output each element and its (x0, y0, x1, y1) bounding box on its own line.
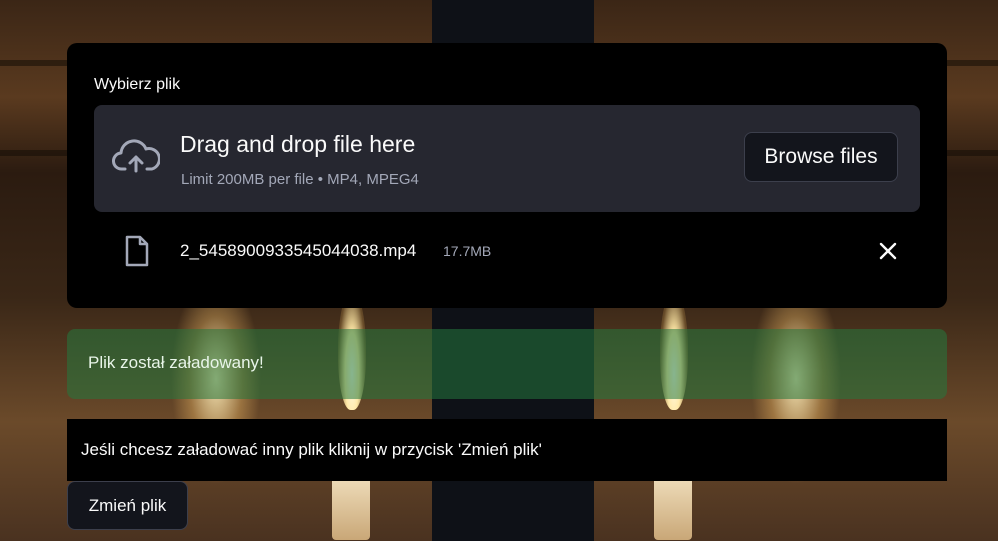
uploaded-file-row: 2_5458900933545044038.mp4 17.7MB (94, 229, 920, 273)
success-message: Plik został załadowany! (88, 353, 264, 372)
info-box: Jeśli chcesz załadować inny plik kliknij… (67, 419, 947, 481)
browse-files-button[interactable]: Browse files (744, 132, 898, 182)
success-alert: Plik został załadowany! (67, 329, 947, 399)
dropzone-title: Drag and drop file here (180, 131, 416, 157)
file-uploader: Wybierz plik Drag and drop file here Lim… (67, 43, 947, 308)
close-icon[interactable] (876, 239, 900, 263)
file-size: 17.7MB (443, 243, 492, 259)
change-file-button[interactable]: Zmień plik (67, 481, 188, 530)
dropzone-limit: Limit 200MB per file • MP4, MPEG4 (181, 171, 419, 188)
file-icon (125, 235, 149, 267)
dropzone[interactable]: Drag and drop file here Limit 200MB per … (94, 105, 920, 212)
info-text: Jeśli chcesz załadować inny plik kliknij… (81, 440, 542, 459)
file-name: 2_5458900933545044038.mp4 (180, 241, 417, 260)
uploader-label: Wybierz plik (94, 76, 181, 93)
cloud-upload-icon (112, 139, 160, 173)
